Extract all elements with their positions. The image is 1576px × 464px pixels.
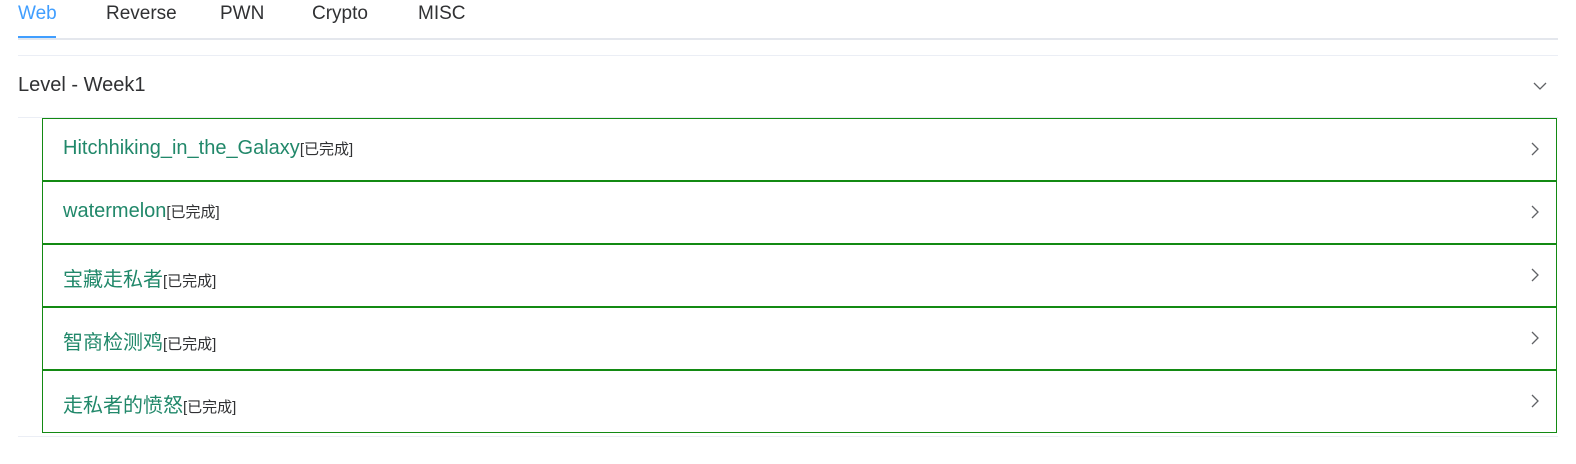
challenge-status: [已完成] [299,141,354,158]
tab-crypto[interactable]: Crypto [312,2,368,36]
tab-label: Reverse [106,3,177,24]
challenge-item[interactable]: 宝藏走私者[已完成] [42,244,1557,307]
challenge-item[interactable]: Hitchhiking_in_the_Galaxy[已完成] [42,118,1557,181]
challenge-status: [已完成] [183,399,237,416]
tab-label: Web [18,3,57,24]
challenge-status: [已完成] [163,273,217,290]
tab-web[interactable]: Web [18,2,57,38]
tab-pwn[interactable]: PWN [220,2,264,36]
tab-label: Crypto [312,3,368,24]
chevron-right-icon [1531,142,1539,156]
challenge-status: [已完成] [166,204,220,221]
chevron-down-icon[interactable] [1532,78,1548,94]
section-title: Level - Week1 [18,74,146,96]
tab-misc[interactable]: MISC [418,2,466,36]
category-tabs: Web Reverse PWN Crypto MISC [18,0,1558,40]
tab-label: PWN [220,3,265,24]
challenge-name: 宝藏走私者 [63,269,163,291]
challenge-status: [已完成] [163,336,217,353]
challenge-item[interactable]: 智商检测鸡[已完成] [42,307,1557,370]
challenge-label: 走私者的愤怒[已完成] [63,389,236,418]
divider [18,436,1558,437]
challenge-label: watermelon[已完成] [63,200,220,223]
challenge-label: 宝藏走私者[已完成] [63,263,216,292]
challenge-item[interactable]: 走私者的愤怒[已完成] [42,370,1557,433]
chevron-right-icon [1531,268,1539,282]
challenge-name: Hitchhiking_in_the_Galaxy [63,137,300,159]
challenge-label: Hitchhiking_in_the_Galaxy[已完成] [63,137,353,160]
challenge-label: 智商检测鸡[已完成] [63,326,216,355]
tab-label: MISC [418,3,466,24]
chevron-right-icon [1531,331,1539,345]
tab-reverse[interactable]: Reverse [106,2,177,36]
challenge-name: 智商检测鸡 [63,332,163,354]
chevron-right-icon [1531,394,1539,408]
challenge-name: 走私者的愤怒 [63,395,183,417]
challenge-item[interactable]: watermelon[已完成] [42,181,1557,244]
active-tab-indicator [18,36,56,38]
chevron-right-icon [1531,205,1539,219]
collapse-header-week1[interactable]: Level - Week1 [18,56,1558,118]
challenge-list: Hitchhiking_in_the_Galaxy[已完成] watermelo… [42,118,1557,433]
challenge-name: watermelon [63,200,167,222]
